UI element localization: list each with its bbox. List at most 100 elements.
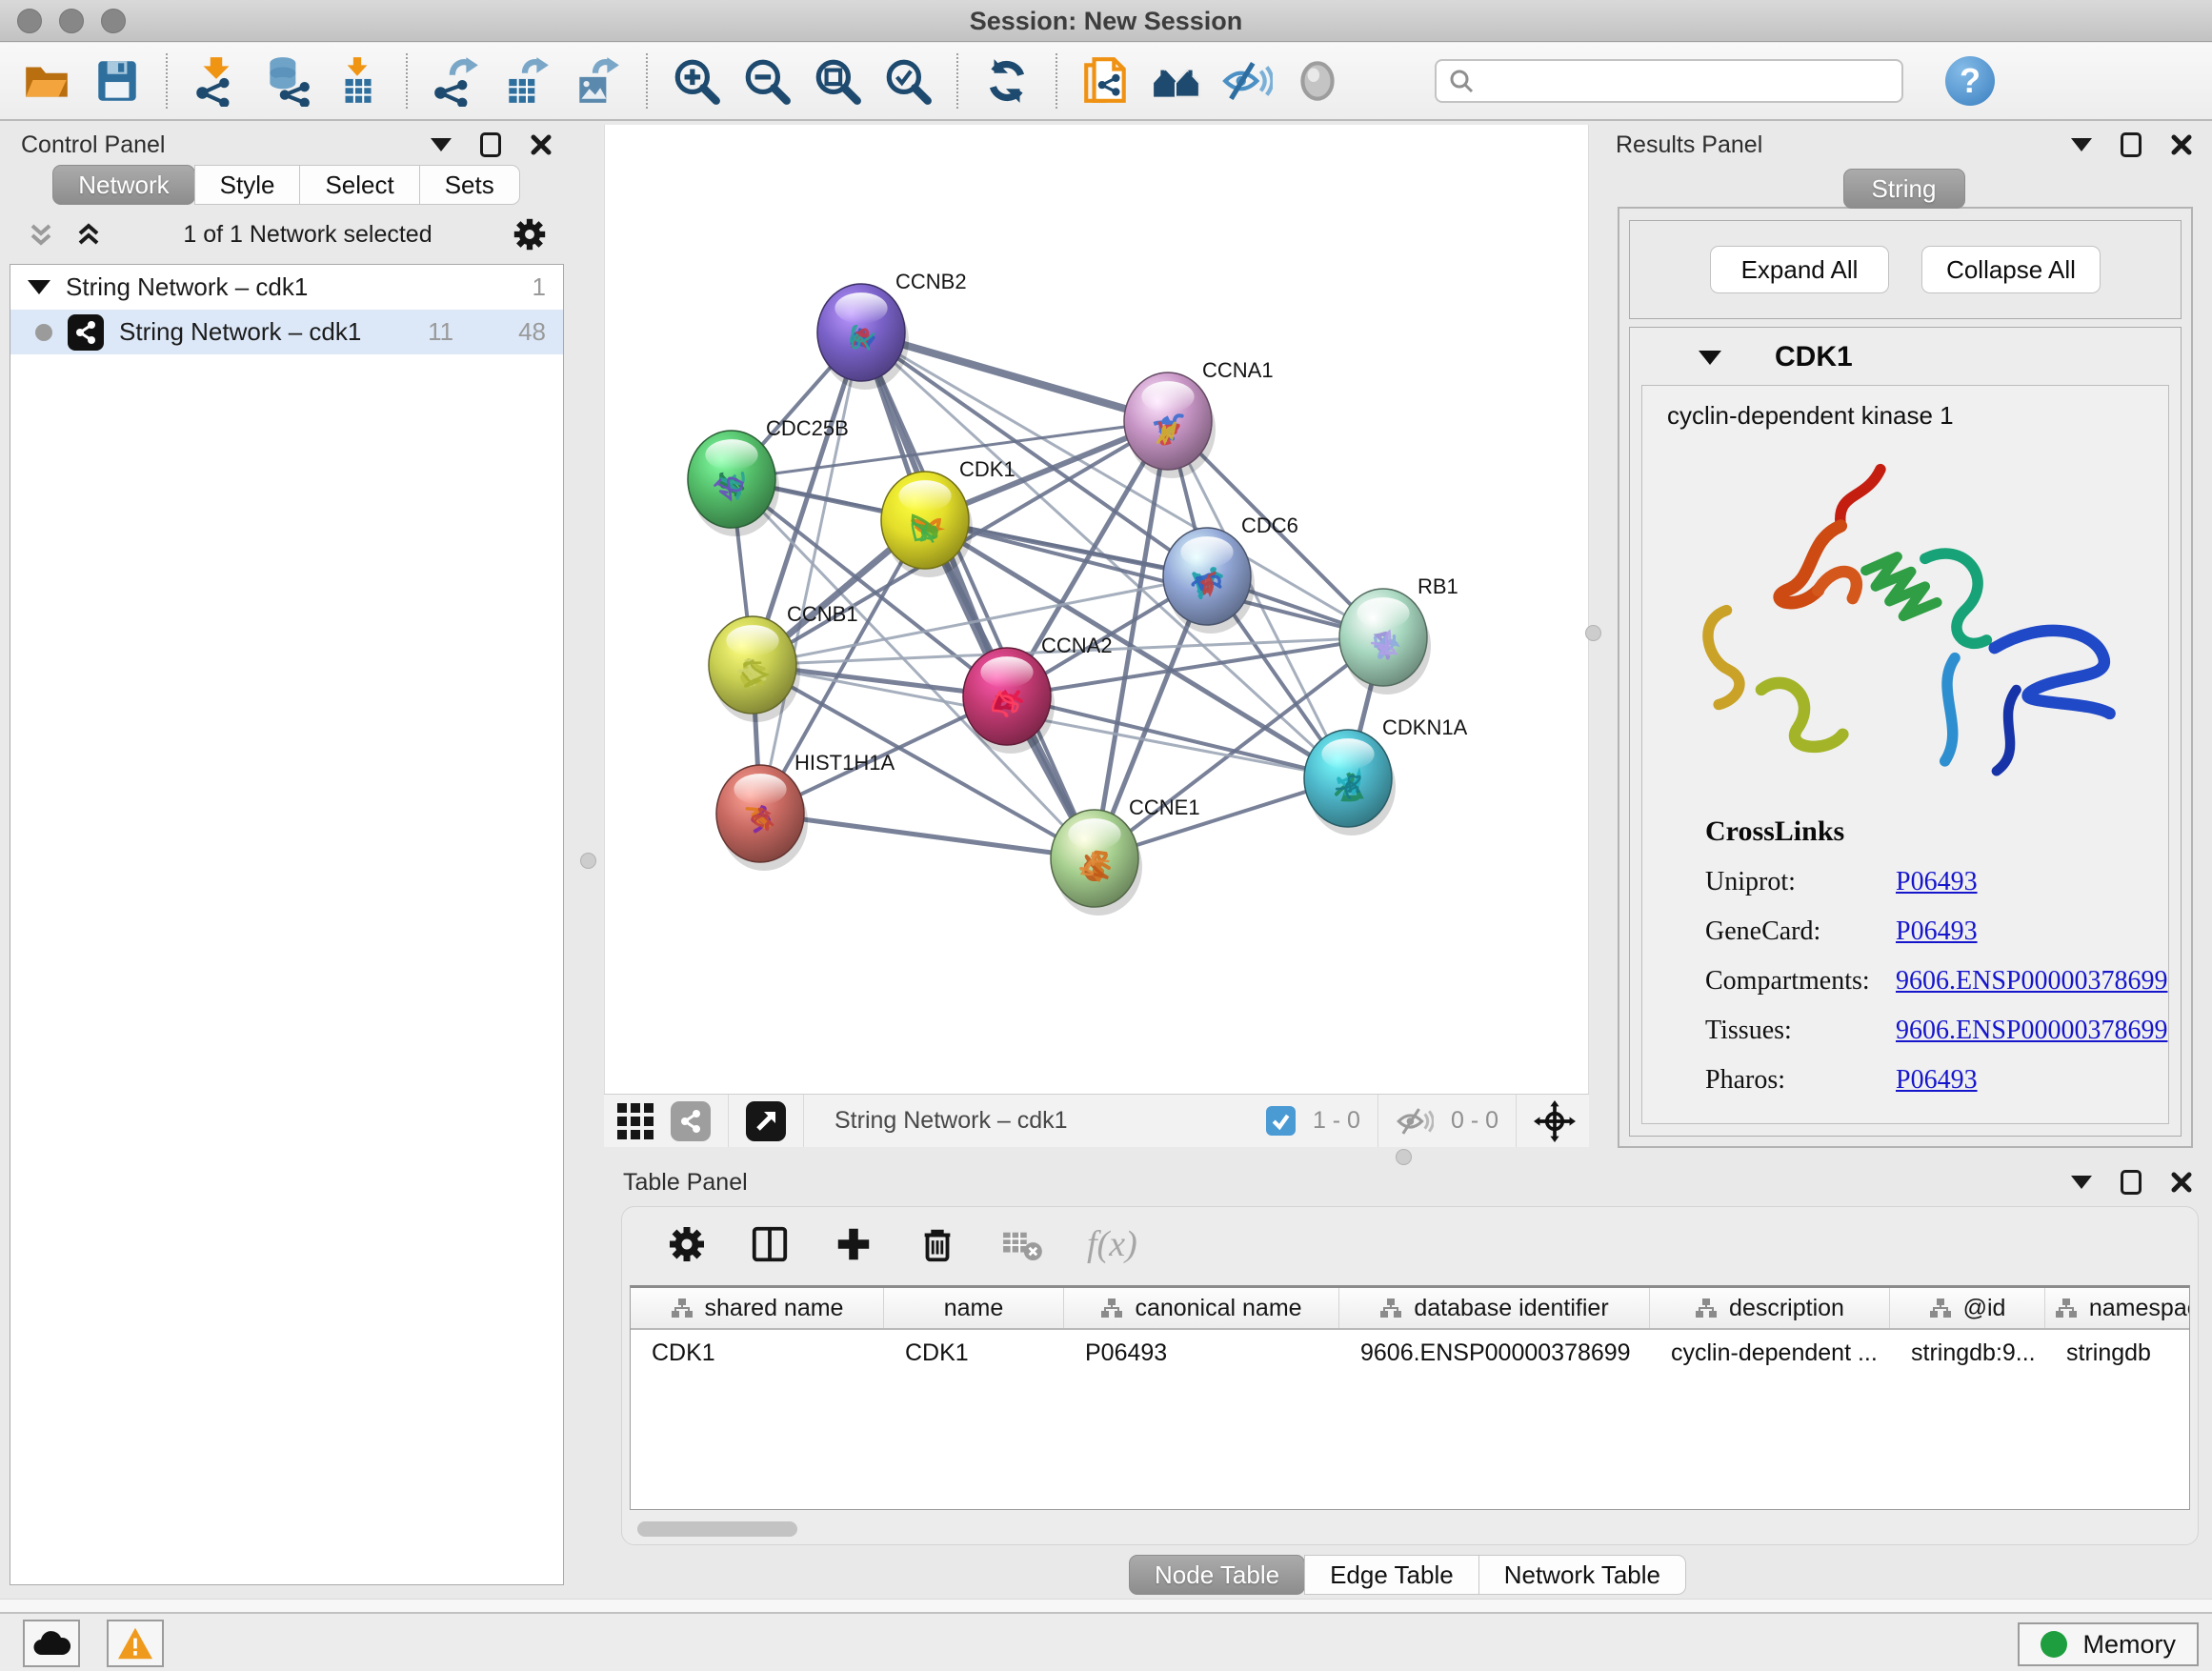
panel-menu-icon[interactable] (431, 138, 452, 151)
selected-nodes-checkbox[interactable] (1266, 1106, 1296, 1136)
genecard-link[interactable]: P06493 (1896, 916, 1978, 947)
compartments-link[interactable]: 9606.ENSP00000378699 (1896, 966, 2167, 997)
network-edge-CCNB2-CCNE1[interactable] (861, 332, 1095, 858)
float-panel-icon[interactable] (480, 132, 501, 157)
tab-style[interactable]: Style (194, 165, 301, 205)
network-node-CDKN1A[interactable]: CDKN1A (1304, 715, 1468, 836)
tab-edge-table[interactable]: Edge Table (1304, 1555, 1479, 1595)
collection-count: 1 (533, 272, 546, 302)
panel-menu-icon[interactable] (2071, 1176, 2092, 1189)
collapse-all-icon[interactable] (27, 220, 55, 249)
table-panel-header: Table Panel (610, 1162, 2206, 1202)
delete-column-icon[interactable] (917, 1224, 957, 1264)
export-table-button[interactable] (492, 50, 562, 112)
open-session-button[interactable] (11, 50, 82, 112)
column-header[interactable]: @id (1890, 1288, 2045, 1328)
network-selection-bar: 1 of 1 Network selected (8, 209, 566, 260)
add-column-icon[interactable] (834, 1224, 874, 1264)
column-header[interactable]: canonical name (1064, 1288, 1339, 1328)
network-edge-HIST1H1A-CCNE1[interactable] (760, 814, 1095, 858)
collapse-all-button[interactable]: Collapse All (1921, 246, 2101, 293)
help-button[interactable]: ? (1945, 56, 1995, 106)
column-header[interactable]: shared name (631, 1288, 884, 1328)
network-node-CDC6[interactable]: CDC6 (1163, 513, 1298, 634)
scrollbar-thumb[interactable] (637, 1521, 797, 1537)
cell-description: cyclin-dependent ... (1650, 1339, 1890, 1367)
network-collection-row[interactable]: String Network – cdk1 1 (10, 265, 563, 310)
hidden-eye-slash-icon[interactable] (1396, 1106, 1434, 1137)
zoom-selected-button[interactable] (873, 50, 943, 112)
column-header[interactable]: namespace (2045, 1288, 2190, 1328)
expand-all-button[interactable]: Expand All (1710, 246, 1889, 293)
show-columns-icon[interactable] (750, 1224, 790, 1264)
uniprot-link[interactable]: P06493 (1896, 867, 1978, 897)
left-splitter-handle[interactable] (580, 853, 596, 869)
bottom-splitter-handle[interactable] (1396, 1149, 1412, 1165)
grid-view-icon[interactable] (617, 1103, 654, 1139)
network-node-CCNB2[interactable]: CCNB2 (817, 270, 967, 390)
table-row[interactable]: CDK1 CDK1 P06493 9606.ENSP00000378699 cy… (631, 1330, 2189, 1376)
collection-disclosure-icon[interactable] (28, 280, 50, 294)
warnings-button[interactable] (107, 1620, 164, 1667)
tab-node-table[interactable]: Node Table (1129, 1555, 1305, 1595)
node-label-CDKN1A: CDKN1A (1382, 715, 1468, 739)
refresh-button[interactable] (972, 50, 1042, 112)
title-bar: Session: New Session (0, 0, 2212, 42)
network-row[interactable]: String Network – cdk1 11 48 (10, 310, 563, 354)
import-table-button[interactable] (322, 50, 392, 112)
column-header[interactable]: database identifier (1339, 1288, 1650, 1328)
memory-button[interactable]: Memory (2018, 1622, 2199, 1666)
network-node-RB1[interactable]: RB1 (1339, 574, 1458, 695)
cell-id: stringdb:9... (1890, 1339, 2045, 1367)
network-thumbnail-icon[interactable] (671, 1101, 711, 1141)
right-splitter-handle[interactable] (1585, 625, 1601, 641)
network-node-CCNA1[interactable]: CCNA1 (1124, 358, 1274, 478)
gear-icon[interactable] (668, 1225, 706, 1263)
export-image-button[interactable] (562, 50, 633, 112)
network-edge-CCNB2-HIST1H1A[interactable] (760, 332, 861, 814)
float-panel-icon[interactable] (2121, 1170, 2142, 1195)
import-network-button[interactable] (181, 50, 251, 112)
show-all-button[interactable] (1282, 50, 1353, 112)
network-view[interactable]: CCNB2CCNA1CDC25BCDK1CDC6RB1CCNB1CCNA2CDK… (604, 125, 1589, 1094)
close-panel-icon[interactable] (530, 133, 553, 156)
export-network-button[interactable] (421, 50, 492, 112)
network-node-HIST1H1A[interactable]: HIST1H1A (716, 751, 895, 871)
protein-section-header[interactable]: CDK1 (1630, 328, 2181, 385)
close-panel-icon[interactable] (2170, 1171, 2193, 1194)
panel-menu-icon[interactable] (2071, 138, 2092, 151)
pharos-link[interactable]: P06493 (1896, 1065, 1978, 1096)
birds-eye-view-icon[interactable] (746, 1101, 786, 1141)
string-home-button[interactable] (1141, 50, 1212, 112)
network-edge-CCNA2-CDKN1A[interactable] (1007, 696, 1348, 778)
tab-select[interactable]: Select (299, 165, 419, 205)
column-header[interactable]: name (884, 1288, 1064, 1328)
search-input[interactable] (1482, 67, 1890, 96)
zoom-in-button[interactable] (661, 50, 732, 112)
float-panel-icon[interactable] (2121, 132, 2142, 157)
tab-sets[interactable]: Sets (419, 165, 520, 205)
tab-network-table[interactable]: Network Table (1478, 1555, 1686, 1595)
expand-all-icon[interactable] (74, 220, 103, 249)
column-header[interactable]: description (1650, 1288, 1890, 1328)
zoom-out-button[interactable] (732, 50, 802, 112)
network-node-CDC25B[interactable]: CDC25B (688, 416, 849, 536)
network-node-CDK1[interactable]: CDK1 (881, 457, 1016, 577)
pan-crosshair-icon[interactable] (1534, 1100, 1576, 1142)
import-network-from-database-button[interactable] (251, 50, 322, 112)
network-graph[interactable]: CCNB2CCNA1CDC25BCDK1CDC6RB1CCNB1CCNA2CDK… (605, 125, 1590, 1094)
node-label-CCNA2: CCNA2 (1041, 634, 1113, 657)
tab-string[interactable]: String (1843, 169, 1965, 209)
section-disclosure-icon[interactable] (1699, 351, 1721, 365)
hide-selected-button[interactable] (1212, 50, 1282, 112)
close-panel-icon[interactable] (2170, 133, 2193, 156)
gear-icon[interactable] (513, 217, 547, 252)
tissues-link[interactable]: 9606.ENSP00000378699 (1896, 1016, 2167, 1046)
horizontal-scrollbar[interactable] (632, 1521, 917, 1537)
results-panel-tabs: String (1602, 169, 2206, 209)
save-session-button[interactable] (82, 50, 152, 112)
tab-network[interactable]: Network (52, 165, 194, 205)
zoom-fit-button[interactable] (802, 50, 873, 112)
share-network-file-button[interactable] (1071, 50, 1141, 112)
cloud-status-button[interactable] (23, 1620, 80, 1667)
